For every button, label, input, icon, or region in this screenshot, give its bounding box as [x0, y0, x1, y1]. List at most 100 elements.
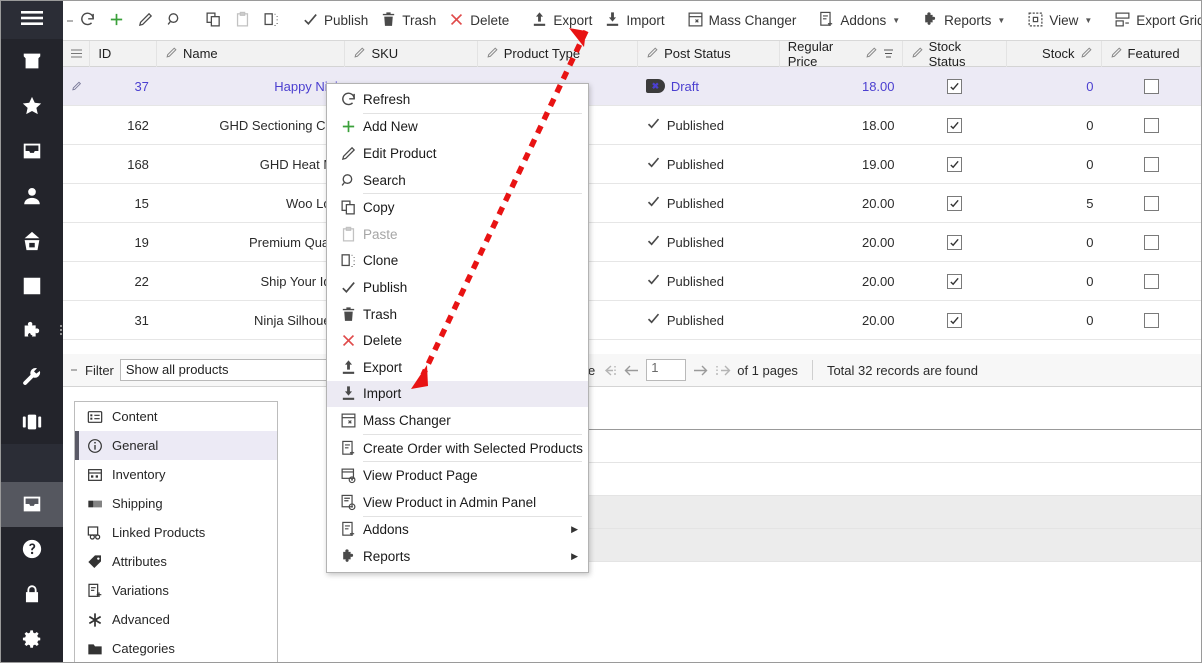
featured-checkbox[interactable]: [1144, 157, 1159, 172]
toolbar-publish-button[interactable]: Publish: [296, 6, 374, 36]
grid-header-name[interactable]: Name: [157, 41, 345, 67]
table-row[interactable]: 19Premium QualityPublished20.000: [63, 223, 1201, 262]
grid-header-id[interactable]: ID: [90, 41, 157, 67]
grid-header-product-type[interactable]: Product Type: [478, 41, 638, 67]
toolbar-reports-button[interactable]: Reports ▼: [916, 6, 1011, 36]
featured-checkbox[interactable]: [1144, 313, 1159, 328]
menu-item-import[interactable]: Import: [327, 381, 588, 408]
rail-item-reports[interactable]: [1, 264, 63, 309]
menu-item-trash[interactable]: Trash: [327, 301, 588, 328]
stock-status-checkbox[interactable]: [947, 79, 962, 94]
sidebar-item-inventory[interactable]: Inventory: [75, 460, 277, 489]
menu-item-view-product-page[interactable]: View Product Page: [327, 462, 588, 489]
menu-item-create-order-with-selected-products[interactable]: Create Order with Selected Products: [327, 435, 588, 462]
grid-header-featured[interactable]: Featured: [1102, 41, 1201, 67]
menu-item-copy[interactable]: Copy: [327, 194, 588, 221]
menu-item-refresh[interactable]: Refresh: [327, 86, 588, 113]
stock-status-checkbox[interactable]: [947, 313, 962, 328]
row-edit-button[interactable]: [63, 223, 90, 262]
menu-item-reports[interactable]: Reports▶: [327, 543, 588, 570]
sort-icon[interactable]: [883, 46, 894, 61]
rail-item-help[interactable]: [1, 527, 63, 572]
featured-checkbox[interactable]: [1144, 79, 1159, 94]
menu-item-mass-changer[interactable]: Mass Changer: [327, 407, 588, 434]
grid-header-regular-price[interactable]: Regular Price: [780, 41, 903, 67]
menu-item-delete[interactable]: Delete: [327, 327, 588, 354]
rail-item-addons[interactable]: [1, 309, 63, 354]
sidebar-item-categories[interactable]: Categories: [75, 634, 277, 663]
toolbar-import-button[interactable]: Import: [598, 6, 670, 36]
hamburger-menu-button[interactable]: [1, 1, 63, 39]
menu-item-publish[interactable]: Publish: [327, 274, 588, 301]
sidebar-item-advanced[interactable]: Advanced: [75, 605, 277, 634]
row-edit-button[interactable]: [63, 67, 90, 106]
menu-item-export[interactable]: Export: [327, 354, 588, 381]
stock-status-checkbox[interactable]: [947, 235, 962, 250]
menu-item-add-new[interactable]: Add New: [327, 114, 588, 141]
grid-header-stock-status[interactable]: Stock Status: [903, 41, 1007, 67]
toolbar-search-button[interactable]: [160, 6, 189, 36]
menu-item-edit-product[interactable]: Edit Product: [327, 140, 588, 167]
menu-item-search[interactable]: Search: [327, 167, 588, 194]
sidebar-item-attributes[interactable]: Attributes: [75, 547, 277, 576]
toolbar-refresh-button[interactable]: [73, 6, 102, 36]
toolbar-add-new-button[interactable]: [102, 6, 131, 36]
toolbar-export-grid-button[interactable]: Export Grid ▼: [1108, 6, 1202, 36]
rail-item-store[interactable]: [1, 39, 63, 84]
rail-item-panels[interactable]: [1, 399, 63, 444]
last-page-button[interactable]: [714, 364, 731, 377]
toolbar-edit-button[interactable]: [131, 6, 160, 36]
featured-checkbox[interactable]: [1144, 196, 1159, 211]
grid-header-post-status[interactable]: Post Status: [638, 41, 780, 67]
next-page-button[interactable]: [692, 364, 708, 377]
table-row[interactable]: 37Happy Ninja✖Draft18.000: [63, 67, 1201, 106]
first-page-button[interactable]: [601, 364, 618, 377]
stock-status-checkbox[interactable]: [947, 118, 962, 133]
rail-item-products[interactable]: [1, 482, 63, 527]
table-row[interactable]: 168GHD Heat MatPublished19.000: [63, 145, 1201, 184]
filterbar-drag-handle[interactable]: [69, 368, 79, 373]
row-edit-button[interactable]: [63, 145, 90, 184]
toolbar-copy-button[interactable]: [199, 6, 228, 36]
row-edit-button[interactable]: [63, 106, 90, 145]
featured-checkbox[interactable]: [1144, 118, 1159, 133]
toolbar-view-button[interactable]: View ▼: [1021, 6, 1098, 36]
featured-checkbox[interactable]: [1144, 235, 1159, 250]
rail-item-settings[interactable]: [1, 617, 63, 662]
toolbar-export-button[interactable]: Export: [525, 6, 598, 36]
rail-item-inbox[interactable]: [1, 129, 63, 174]
menu-item-clone[interactable]: Clone: [327, 248, 588, 275]
toolbar-delete-button[interactable]: Delete: [442, 6, 515, 36]
stock-status-checkbox[interactable]: [947, 196, 962, 211]
sidebar-item-variations[interactable]: Variations: [75, 576, 277, 605]
page-number-input[interactable]: 1: [646, 359, 686, 381]
rail-item-security[interactable]: [1, 572, 63, 617]
grid-header-sku[interactable]: SKU: [345, 41, 477, 67]
table-row[interactable]: 22Ship Your IdeaPublished20.000: [63, 262, 1201, 301]
prev-page-button[interactable]: [624, 364, 640, 377]
toolbar-paste-button[interactable]: [228, 6, 257, 36]
splitter-handle[interactable]: [60, 323, 62, 337]
table-row[interactable]: 162GHD Sectioning ClipsPublished18.000: [63, 106, 1201, 145]
menu-item-view-product-in-admin-panel[interactable]: View Product in Admin Panel: [327, 489, 588, 516]
featured-checkbox[interactable]: [1144, 274, 1159, 289]
sidebar-item-general[interactable]: General: [75, 431, 277, 460]
rail-item-orders[interactable]: [1, 219, 63, 264]
toolbar-addons-button[interactable]: Addons ▼: [812, 6, 906, 36]
table-row[interactable]: 31Ninja SilhouettePublished20.000: [63, 301, 1201, 340]
rail-item-tools[interactable]: [1, 354, 63, 399]
row-edit-button[interactable]: [63, 184, 90, 223]
stock-status-checkbox[interactable]: [947, 157, 962, 172]
sidebar-item-shipping[interactable]: Shipping: [75, 489, 277, 518]
toolbar-trash-button[interactable]: Trash: [374, 6, 442, 36]
stock-status-checkbox[interactable]: [947, 274, 962, 289]
menu-item-addons[interactable]: Addons▶: [327, 517, 588, 544]
toolbar-mass-changer-button[interactable]: Mass Changer: [681, 6, 803, 36]
sidebar-item-content[interactable]: Content: [75, 402, 277, 431]
grid-header-rowmenu[interactable]: [63, 41, 90, 67]
rail-item-favorites[interactable]: [1, 84, 63, 129]
toolbar-clone-button[interactable]: [257, 6, 286, 36]
grid-header-stock[interactable]: Stock: [1007, 41, 1102, 67]
sidebar-item-linked-products[interactable]: Linked Products: [75, 518, 277, 547]
rail-item-customers[interactable]: [1, 174, 63, 219]
